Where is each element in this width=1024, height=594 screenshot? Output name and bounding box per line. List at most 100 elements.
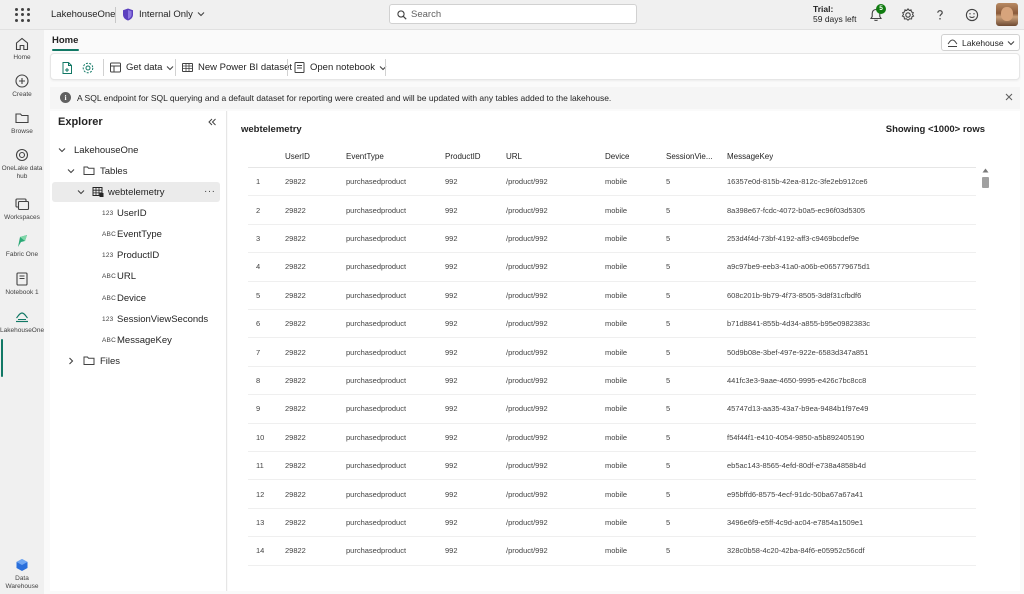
open-notebook-button[interactable]: Open notebook — [293, 59, 387, 76]
table-row[interactable]: 13 29822 purchasedproduct 992/product/992 mo… — [248, 509, 976, 538]
new-item-button[interactable] — [60, 59, 74, 76]
cell-sessionviewseconds[interactable]: 5 — [666, 253, 670, 280]
nav-browse[interactable]: Browse — [0, 110, 44, 136]
cell-sessionviewseconds[interactable]: 5 — [666, 225, 670, 252]
nav-onelake-data-hub[interactable]: OneLake data hub — [0, 147, 44, 181]
cell-sessionviewseconds[interactable]: 5 — [666, 452, 670, 479]
cell-url[interactable]: /product/992 — [506, 367, 548, 394]
cell-messagekey[interactable]: b71d8841-855b-4d34-a855-b95e0982383c — [727, 310, 870, 337]
cell-userid[interactable]: 29822 — [285, 225, 306, 252]
tree-column[interactable]: ABC Device — [50, 288, 227, 308]
cell-eventtype[interactable]: purchasedproduct — [346, 424, 406, 451]
new-power-bi-dataset-button[interactable]: New Power BI dataset — [181, 59, 292, 76]
cell-productid[interactable]: 992 — [445, 282, 458, 309]
cell-sessionviewseconds[interactable]: 5 — [666, 310, 670, 337]
row-number[interactable]: 10 — [256, 424, 264, 451]
cell-userid[interactable]: 29822 — [285, 452, 306, 479]
cell-url[interactable]: /product/992 — [506, 338, 548, 365]
cell-url[interactable]: /product/992 — [506, 480, 548, 507]
cell-eventtype[interactable]: purchasedproduct — [346, 509, 406, 536]
cell-productid[interactable]: 992 — [445, 168, 458, 195]
tree-column[interactable]: ABC URL — [50, 266, 227, 286]
cell-device[interactable]: mobile — [605, 537, 627, 564]
table-row[interactable]: 14 29822 purchasedproduct 992/product/992 mo… — [248, 537, 976, 566]
tree-lakehouse[interactable]: LakehouseOne — [50, 140, 227, 160]
cell-sessionviewseconds[interactable]: 5 — [666, 367, 670, 394]
cell-url[interactable]: /product/992 — [506, 509, 548, 536]
cell-messagekey[interactable]: 50d9b08e-3bef-497e-922e-6583d347a851 — [727, 338, 868, 365]
item-type-switcher[interactable]: Lakehouse — [941, 34, 1020, 51]
tree-tables[interactable]: Tables — [50, 161, 227, 181]
cell-productid[interactable]: 992 — [445, 452, 458, 479]
cell-device[interactable]: mobile — [605, 338, 627, 365]
table-row[interactable]: 9 29822 purchasedproduct 992/product/992 mob… — [248, 395, 976, 424]
cell-messagekey[interactable]: 45747d13-aa35-43a7-b9ea-9484b1f97e49 — [727, 395, 868, 422]
collapse-pane-icon[interactable] — [207, 117, 217, 127]
cell-userid[interactable]: 29822 — [285, 196, 306, 223]
vertical-scrollbar[interactable] — [979, 166, 989, 594]
cell-productid[interactable]: 992 — [445, 253, 458, 280]
table-row[interactable]: 6 29822 purchasedproduct 992/product/992 mob… — [248, 310, 976, 339]
table-row[interactable]: 2 29822 purchasedproduct 992/product/992 mob… — [248, 196, 976, 225]
row-number[interactable]: 3 — [256, 225, 260, 252]
cell-sessionviewseconds[interactable]: 5 — [666, 395, 670, 422]
cell-url[interactable]: /product/992 — [506, 395, 548, 422]
cell-device[interactable]: mobile — [605, 168, 627, 195]
cell-eventtype[interactable]: purchasedproduct — [346, 196, 406, 223]
cell-messagekey[interactable]: 608c201b-9b79-4f73-8505-3d8f31cfbdf6 — [727, 282, 861, 309]
cell-device[interactable]: mobile — [605, 424, 627, 451]
nav-fabric-one[interactable]: Fabric One — [0, 233, 44, 259]
gear-icon[interactable] — [900, 7, 916, 23]
cell-sessionviewseconds[interactable]: 5 — [666, 338, 670, 365]
nav-home[interactable]: Home — [0, 36, 44, 62]
cell-userid[interactable]: 29822 — [285, 509, 306, 536]
column-header[interactable]: EventType — [346, 145, 384, 167]
nav-data-warehouse[interactable]: Data Warehouse — [0, 557, 44, 591]
tree-column[interactable]: ABC MessageKey — [50, 330, 227, 350]
cell-sessionviewseconds[interactable]: 5 — [666, 282, 670, 309]
table-row[interactable]: 7 29822 purchasedproduct 992/product/992 mob… — [248, 338, 976, 367]
search-input[interactable] — [411, 7, 631, 22]
table-row[interactable]: 10 29822 purchasedproduct 992/product/992 mo… — [248, 424, 976, 452]
cell-device[interactable]: mobile — [605, 452, 627, 479]
column-header[interactable]: Device — [605, 145, 629, 167]
help-icon[interactable] — [932, 7, 948, 23]
cell-userid[interactable]: 29822 — [285, 168, 306, 195]
chevron-down-icon[interactable] — [77, 188, 85, 196]
feedback-smiley-icon[interactable] — [964, 7, 980, 23]
tree-column[interactable]: 123 SessionViewSeconds — [50, 309, 227, 329]
row-number[interactable]: 11 — [256, 452, 264, 479]
nav-workspaces[interactable]: Workspaces — [0, 196, 44, 222]
table-row[interactable]: 4 29822 purchasedproduct 992/product/992 mob… — [248, 253, 976, 282]
cell-device[interactable]: mobile — [605, 196, 627, 223]
cell-eventtype[interactable]: purchasedproduct — [346, 225, 406, 252]
cell-url[interactable]: /product/992 — [506, 282, 548, 309]
cell-url[interactable]: /product/992 — [506, 225, 548, 252]
cell-eventtype[interactable]: purchasedproduct — [346, 338, 406, 365]
cell-eventtype[interactable]: purchasedproduct — [346, 282, 406, 309]
row-number[interactable]: 4 — [256, 253, 260, 280]
row-number[interactable]: 12 — [256, 480, 264, 507]
cell-productid[interactable]: 992 — [445, 310, 458, 337]
cell-messagekey[interactable]: 441fc3e3-9aae-4650-9995-e426c7bc8cc8 — [727, 367, 866, 394]
table-row[interactable]: 8 29822 purchasedproduct 992/product/992 mob… — [248, 367, 976, 396]
cell-device[interactable]: mobile — [605, 480, 627, 507]
cell-sessionviewseconds[interactable]: 5 — [666, 480, 670, 507]
more-options-icon[interactable]: ··· — [204, 186, 216, 197]
nav-notebook-1[interactable]: Notebook 1 — [0, 271, 44, 297]
table-row[interactable]: 12 29822 purchasedproduct 992/product/992 mo… — [248, 480, 976, 509]
tree-table-webtelemetry[interactable]: webtelemetry ··· — [52, 182, 220, 202]
cell-sessionviewseconds[interactable]: 5 — [666, 168, 670, 195]
sensitivity-label[interactable]: Internal Only — [139, 9, 193, 20]
tree-files[interactable]: Files — [50, 351, 227, 371]
column-header[interactable]: SessionVie... — [666, 145, 713, 167]
row-number[interactable]: 14 — [256, 537, 264, 564]
cell-sessionviewseconds[interactable]: 5 — [666, 509, 670, 536]
cell-productid[interactable]: 992 — [445, 338, 458, 365]
cell-sessionviewseconds[interactable]: 5 — [666, 537, 670, 564]
cell-device[interactable]: mobile — [605, 225, 627, 252]
user-avatar[interactable] — [996, 3, 1018, 26]
cell-url[interactable]: /product/992 — [506, 196, 548, 223]
tree-column[interactable]: 123 ProductID — [50, 245, 227, 265]
cell-productid[interactable]: 992 — [445, 196, 458, 223]
